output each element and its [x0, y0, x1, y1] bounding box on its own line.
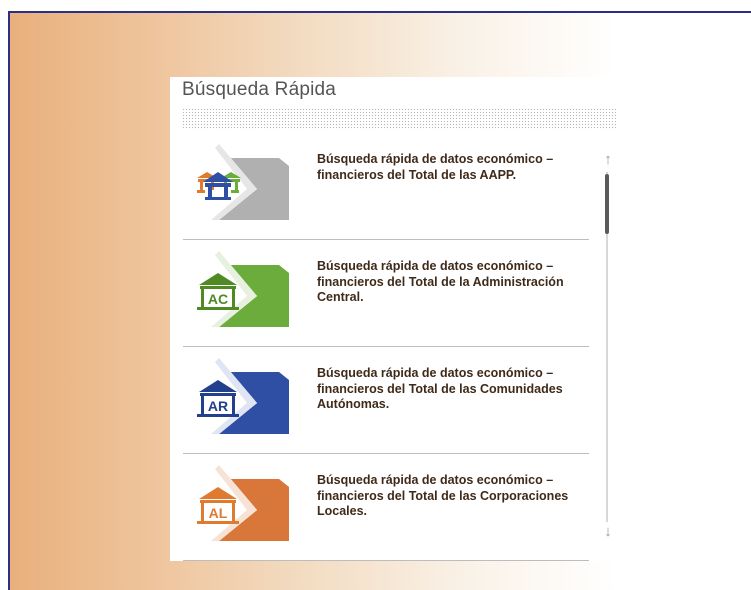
- list-item-label[interactable]: Búsqueda rápida de datos económico – fin…: [317, 473, 589, 520]
- ac-building-icon[interactable]: AC: [191, 251, 289, 331]
- panel-title: Búsqueda Rápida: [182, 79, 337, 100]
- quick-search-panel: Búsqueda Rápida Búsqueda rápida de datos…: [170, 77, 623, 561]
- list-item-label[interactable]: Búsqueda rápida de datos económico – fin…: [317, 366, 589, 413]
- list-item-ac[interactable]: AC Búsqueda rápida de datos económico – …: [183, 240, 589, 347]
- list-item-al[interactable]: AL Búsqueda rápida de datos económico – …: [183, 454, 589, 561]
- page-frame: Búsqueda Rápida Búsqueda rápida de datos…: [8, 11, 751, 590]
- ac-badge-text: AC: [208, 291, 228, 307]
- scrollbar-thumb[interactable]: [605, 174, 609, 234]
- al-building-icon[interactable]: AL: [191, 465, 289, 545]
- quick-search-list: Búsqueda rápida de datos económico – fin…: [170, 133, 590, 561]
- list-item-label[interactable]: Búsqueda rápida de datos económico – fin…: [317, 259, 589, 306]
- list-item-aapp[interactable]: Búsqueda rápida de datos económico – fin…: [183, 133, 589, 240]
- arrow-down-icon[interactable]: ↓: [600, 524, 616, 540]
- ar-building-icon[interactable]: AR: [191, 358, 289, 438]
- arrow-up-icon[interactable]: ↑: [600, 152, 616, 168]
- list-item-label[interactable]: Búsqueda rápida de datos económico – fin…: [317, 152, 589, 183]
- al-badge-text: AL: [209, 505, 228, 521]
- ar-badge-text: AR: [208, 398, 228, 414]
- list-item-ar[interactable]: AR Búsqueda rápida de datos económico – …: [183, 347, 589, 454]
- aapp-buildings-icon[interactable]: [191, 144, 289, 224]
- title-dotted-divider: [182, 108, 617, 130]
